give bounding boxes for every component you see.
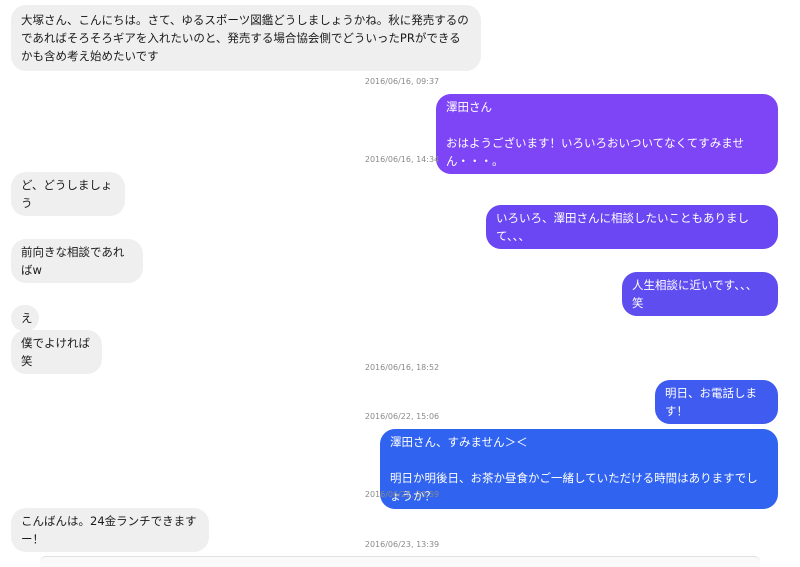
message-bubble-incoming: え <box>11 305 39 331</box>
message-thread: 大塚さん、こんにちは。さて、ゆるスポーツ図鑑どうしましょうかね。秋に発売するので… <box>0 0 800 567</box>
timestamp: 2016/06/22, 23:59 <box>364 490 440 499</box>
timestamp: 2016/06/23, 13:39 <box>364 540 440 549</box>
message-bubble-incoming: ど、どうしましょう <box>11 172 125 216</box>
message-bubble-outgoing: 人生相談に近いです、、、笑 <box>622 272 778 316</box>
message-bubble-incoming: 前向きな相談であればw <box>11 239 143 283</box>
message-bubble-incoming: こんばんは。24金ランチできますー！ <box>11 508 209 552</box>
message-bubble-incoming: 大塚さん、こんにちは。さて、ゆるスポーツ図鑑どうしましょうかね。秋に発売するので… <box>11 5 481 71</box>
timestamp: 2016/06/16, 18:52 <box>364 363 440 372</box>
timestamp: 2016/06/16, 09:37 <box>364 77 440 86</box>
message-bubble-outgoing: 澤田さん おはようございます！いろいろおいついてなくてすみません・・・。 <box>436 94 778 174</box>
timestamp: 2016/06/22, 15:06 <box>364 412 440 421</box>
message-bubble-outgoing: いろいろ、澤田さんに相談したいこともありまして、、、 <box>486 205 778 249</box>
message-bubble-outgoing: 明日、お電話します！ <box>655 380 778 424</box>
timestamp: 2016/06/16, 14:34 <box>364 155 440 164</box>
message-bubble-incoming: 僕でよければ笑 <box>11 330 102 374</box>
